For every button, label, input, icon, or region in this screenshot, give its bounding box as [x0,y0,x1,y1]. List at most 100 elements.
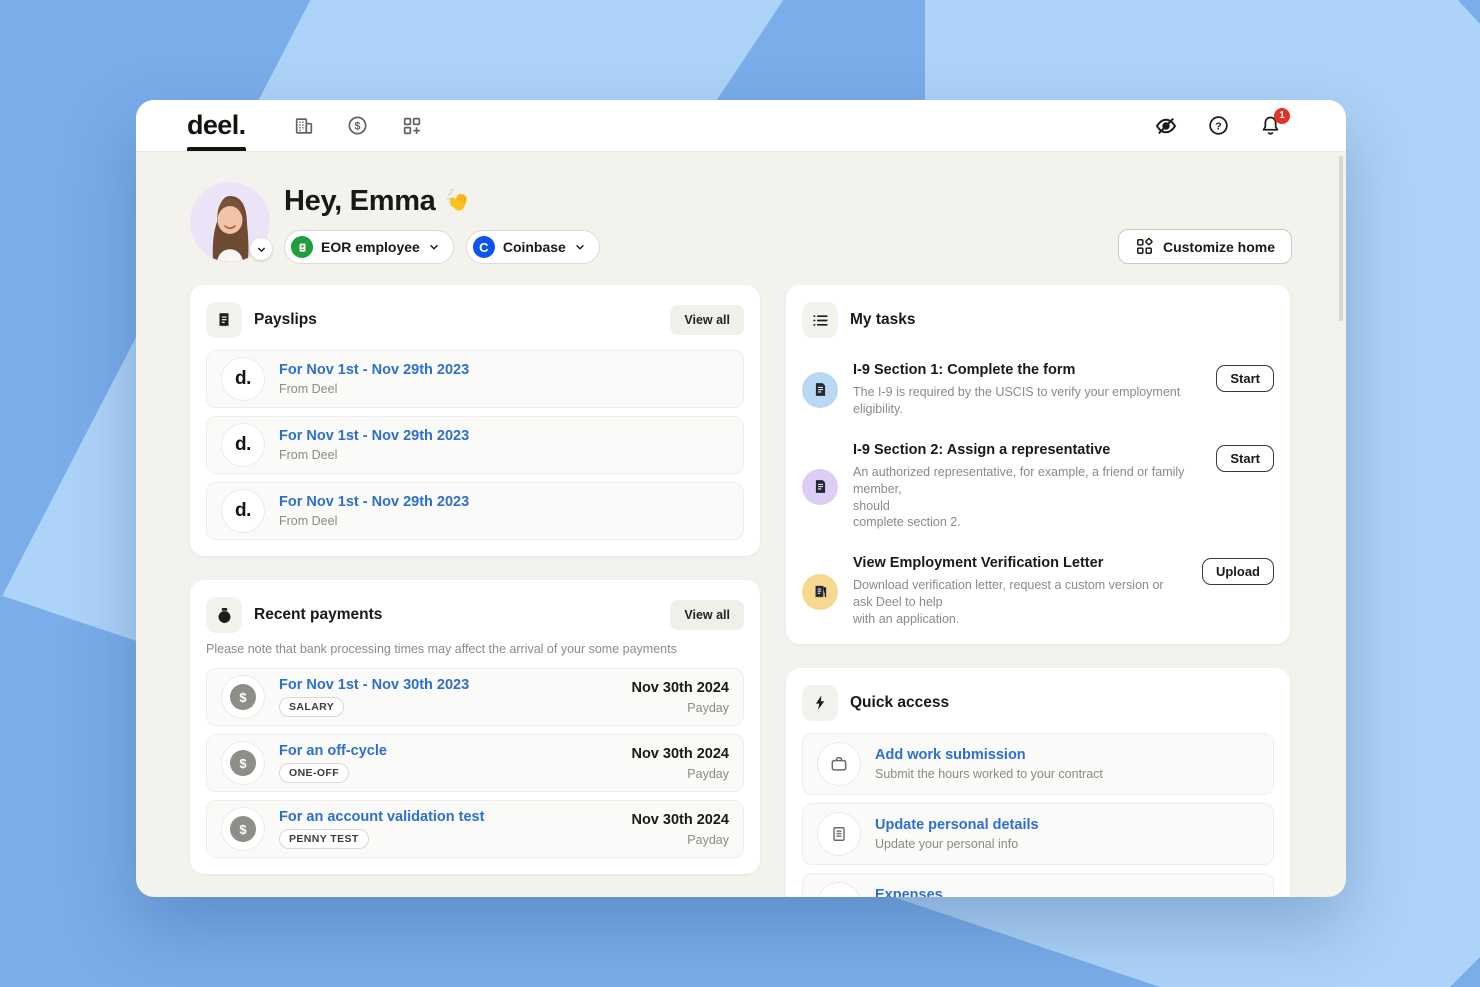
task-start-button[interactable]: Start [1216,445,1274,472]
payment-link[interactable]: For an off-cycle [279,743,617,759]
avatar[interactable] [190,182,270,262]
payslip-link[interactable]: For Nov 1st - Nov 29th 2023 [279,362,729,378]
payments-nav-icon[interactable]: $ [336,100,380,152]
company-dropdown[interactable]: C Coinbase [466,230,600,264]
payslip-link[interactable]: For Nov 1st - Nov 29th 2023 [279,428,729,444]
task-item: View Employment Verification Letter Down… [802,555,1274,628]
deel-avatar: d. [221,357,265,401]
payment-date-label: Payday [631,833,729,847]
task-description: An authorized representative, for exampl… [853,464,1189,532]
profile-badges: EOR employee C Coinbase [284,230,600,264]
payslip-row[interactable]: d. For Nov 1st - Nov 29th 2023 From Deel [206,416,744,474]
quick-access-row[interactable]: Add work submission Submit the hours wor… [802,733,1274,795]
payment-row[interactable]: $ For an off-cycle ONE-OFF Nov 30th 2024… [206,734,744,792]
task-upload-button[interactable]: Upload [1202,558,1274,585]
quick-access-description: Submit the hours worked to your contract [875,767,1259,781]
payment-row[interactable]: $ For an account validation test PENNY T… [206,800,744,858]
payment-link[interactable]: For Nov 1st - Nov 30th 2023 [279,677,617,693]
personal-details-icon [817,812,861,856]
quick-access-description: Update your personal info [875,837,1259,851]
recent-payments-card: Recent payments View all Please note tha… [190,580,760,874]
deel-logo[interactable]: deel. [187,100,246,151]
lightning-icon [802,685,838,721]
payments-view-all-button[interactable]: View all [670,600,744,630]
payment-date-label: Payday [631,767,729,781]
hide-balances-icon[interactable] [1144,100,1188,152]
payslip-row[interactable]: d. For Nov 1st - Nov 29th 2023 From Deel [206,350,744,408]
payment-tag: SALARY [279,697,344,717]
quick-access-link[interactable]: Update personal details [875,817,1259,833]
top-nav: deel. $ [136,100,1346,152]
background-shape [1450,957,1480,987]
task-title: I-9 Section 1: Complete the form [853,362,1189,378]
eor-badge-icon [291,236,313,258]
customize-home-button[interactable]: Customize home [1118,229,1292,264]
verification-letter-icon [802,574,838,610]
coinbase-logo-icon: C [473,236,495,258]
apps-icon[interactable] [390,100,434,152]
payment-date: Nov 30th 2024 [631,746,729,762]
payslip-row[interactable]: d. For Nov 1st - Nov 29th 2023 From Deel [206,482,744,540]
dollar-coin-icon: $ [221,741,265,785]
quick-access-link[interactable]: Expenses [875,887,1259,897]
task-description: Download verification letter, request a … [853,577,1175,628]
my-tasks-card: My tasks I-9 Section 1: Complete the for… [786,285,1290,644]
task-description: The I-9 is required by the USCIS to veri… [853,384,1189,418]
recent-payments-title: Recent payments [254,606,658,624]
payment-date-label: Payday [631,701,729,715]
hero-section: Hey, Emma EO [190,182,1292,264]
money-bag-icon [206,597,242,633]
task-start-button[interactable]: Start [1216,365,1274,392]
payslips-view-all-button[interactable]: View all [670,305,744,335]
payment-date: Nov 30th 2024 [631,812,729,828]
task-item: I-9 Section 1: Complete the form The I-9… [802,362,1274,418]
payment-tag: ONE-OFF [279,763,349,783]
customize-icon [1135,237,1154,256]
deel-logo-text: deel. [187,110,246,141]
my-tasks-title: My tasks [850,311,1274,329]
payslip-source: From Deel [279,448,729,462]
task-title: I-9 Section 2: Assign a representative [853,442,1189,458]
i9-form-icon [802,372,838,408]
upload-icon [817,882,861,897]
notifications-bell-icon[interactable]: 1 [1248,100,1292,152]
payslips-card: Payslips View all d. For Nov 1st - Nov 2… [190,285,760,556]
svg-text:?: ? [1215,120,1221,132]
active-tab-indicator [187,147,246,151]
page-title: Hey, Emma [284,185,600,218]
chevron-down-icon [428,241,440,253]
payment-row[interactable]: $ For Nov 1st - Nov 30th 2023 SALARY Nov… [206,668,744,726]
dollar-coin-icon: $ [221,675,265,719]
task-title: View Employment Verification Letter [853,555,1175,571]
help-icon[interactable]: ? [1196,100,1240,152]
payment-link[interactable]: For an account validation test [279,809,617,825]
i9-representative-icon [802,469,838,505]
greeting-text: Hey, Emma [284,185,436,218]
chevron-down-icon[interactable] [250,238,272,260]
task-list-icon [802,302,838,338]
chevron-down-icon [574,241,586,253]
company-label: Coinbase [503,239,566,255]
payment-date: Nov 30th 2024 [631,680,729,696]
app-window: deel. $ [136,100,1346,897]
payslip-icon [206,302,242,338]
background-shape [700,0,925,115]
payslip-source: From Deel [279,382,729,396]
employment-type-label: EOR employee [321,239,420,255]
dollar-coin-icon: $ [221,807,265,851]
organization-icon[interactable] [282,100,326,152]
quick-access-link[interactable]: Add work submission [875,747,1259,763]
task-item: I-9 Section 2: Assign a representative A… [802,442,1274,532]
quick-access-row[interactable]: Update personal details Update your pers… [802,803,1274,865]
payments-note: Please note that bank processing times m… [206,642,744,656]
payment-tag: PENNY TEST [279,829,369,849]
scrollbar[interactable] [1339,156,1343,321]
deel-avatar: d. [221,489,265,533]
employment-type-dropdown[interactable]: EOR employee [284,230,454,264]
payslip-link[interactable]: For Nov 1st - Nov 29th 2023 [279,494,729,510]
quick-access-card: Quick access Add work submission Submit … [786,668,1290,897]
notification-badge: 1 [1274,108,1290,124]
quick-access-row[interactable]: Expenses Add Expenses or other payment i… [802,873,1274,897]
payslip-source: From Deel [279,514,729,528]
payslips-title: Payslips [254,311,658,329]
